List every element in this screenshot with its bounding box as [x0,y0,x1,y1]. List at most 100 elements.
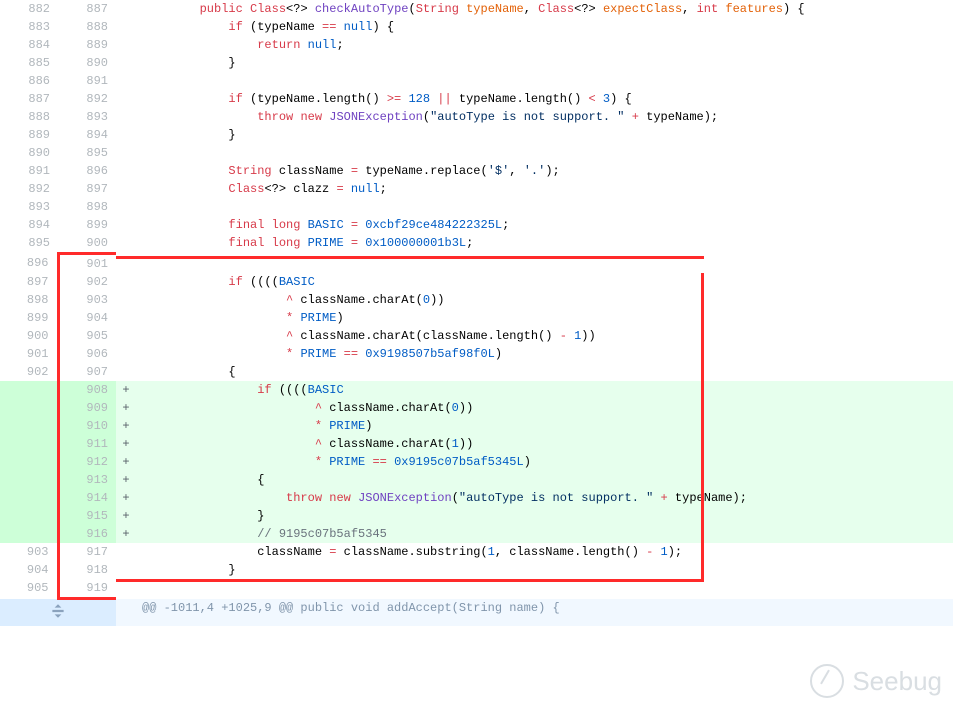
new-line-number: 914 [58,489,116,507]
expand-hunk-button[interactable] [0,599,116,627]
new-line-number: 896 [58,162,116,180]
diff-marker [116,126,136,144]
diff-row: 890895 [0,144,953,162]
new-line-number: 892 [58,90,116,108]
diff-marker: + [116,471,136,489]
diff-row: 892897 Class<?> clazz = null; [0,180,953,198]
diff-row: 894899 final long BASIC = 0xcbf29ce48422… [0,216,953,234]
new-line-number: 901 [58,254,116,274]
code-content [136,72,953,90]
code-content: } [136,54,953,72]
diff-row: 900905 ^ className.charAt(className.leng… [0,327,953,345]
diff-row: 910+ * PRIME) [0,417,953,435]
diff-marker: + [116,381,136,399]
new-line-number: 904 [58,309,116,327]
code-content: * PRIME == 0x9195c07b5af5345L) [136,453,953,471]
new-line-number: 905 [58,327,116,345]
diff-row: 914+ throw new JSONException("autoType i… [0,489,953,507]
old-line-number: 897 [0,273,58,291]
code-content [136,579,953,599]
new-line-number: 890 [58,54,116,72]
diff-row: 888893 throw new JSONException("autoType… [0,108,953,126]
diff-marker [116,0,136,18]
old-line-number [0,399,58,417]
old-line-number: 882 [0,0,58,18]
diff-marker [116,363,136,381]
code-content: className = className.substring(1, class… [136,543,953,561]
code-content: // 9195c07b5af5345 [136,525,953,543]
new-line-number: 889 [58,36,116,54]
diff-marker [116,561,136,579]
old-line-number [0,489,58,507]
code-content: * PRIME) [136,417,953,435]
seebug-logo-icon [810,664,844,698]
diff-row: 901906 * PRIME == 0x9198507b5af98f0L) [0,345,953,363]
new-line-number: 915 [58,507,116,525]
diff-marker [116,90,136,108]
diff-marker [116,291,136,309]
diff-marker [116,108,136,126]
old-line-number [0,417,58,435]
code-content: if ((((BASIC [136,273,953,291]
diff-row: 904918 } [0,561,953,579]
old-line-number [0,435,58,453]
diff-row: 885890 } [0,54,953,72]
new-line-number: 898 [58,198,116,216]
old-line-number [0,381,58,399]
diff-marker [116,36,136,54]
new-line-number: 893 [58,108,116,126]
new-line-number: 897 [58,180,116,198]
code-content: throw new JSONException("autoType is not… [136,489,953,507]
code-content: if ((((BASIC [136,381,953,399]
highlight-box-edge [116,579,704,582]
diff-row: 895900 final long PRIME = 0x100000001b3L… [0,234,953,254]
old-line-number [0,507,58,525]
diff-marker [116,579,136,599]
new-line-number: 912 [58,453,116,471]
old-line-number: 901 [0,345,58,363]
old-line-number: 893 [0,198,58,216]
new-line-number: 910 [58,417,116,435]
new-line-number: 917 [58,543,116,561]
diff-row: 887892 if (typeName.length() >= 128 || t… [0,90,953,108]
old-line-number: 898 [0,291,58,309]
hunk-header-row: @@ -1011,4 +1025,9 @@ public void addAcc… [0,599,953,627]
old-line-number: 896 [0,254,58,274]
old-line-number: 886 [0,72,58,90]
diff-row: 883888 if (typeName == null) { [0,18,953,36]
new-line-number: 900 [58,234,116,254]
diff-marker [116,18,136,36]
old-line-number [0,453,58,471]
code-content: if (typeName.length() >= 128 || typeName… [136,90,953,108]
old-line-number: 903 [0,543,58,561]
old-line-number: 905 [0,579,58,599]
new-line-number: 911 [58,435,116,453]
code-content: String className = typeName.replace('$',… [136,162,953,180]
code-content: } [136,126,953,144]
diff-marker: + [116,507,136,525]
diff-marker [116,254,136,274]
diff-marker [116,198,136,216]
diff-marker [116,180,136,198]
code-content: } [136,507,953,525]
code-content: return null; [136,36,953,54]
code-content: ^ className.charAt(0)) [136,399,953,417]
new-line-number: 918 [58,561,116,579]
diff-row: 886891 [0,72,953,90]
diff-marker [116,216,136,234]
diff-marker [116,144,136,162]
code-content: { [136,363,953,381]
diff-marker: + [116,525,136,543]
diff-marker [116,72,136,90]
diff-row: 884889 return null; [0,36,953,54]
old-line-number: 889 [0,126,58,144]
old-line-number [0,525,58,543]
new-line-number: 908 [58,381,116,399]
old-line-number [0,471,58,489]
highlight-box-edge [116,256,704,259]
diff-row: 905919 [0,579,953,599]
diff-marker [116,273,136,291]
new-line-number: 902 [58,273,116,291]
diff-marker [116,162,136,180]
code-content [136,198,953,216]
